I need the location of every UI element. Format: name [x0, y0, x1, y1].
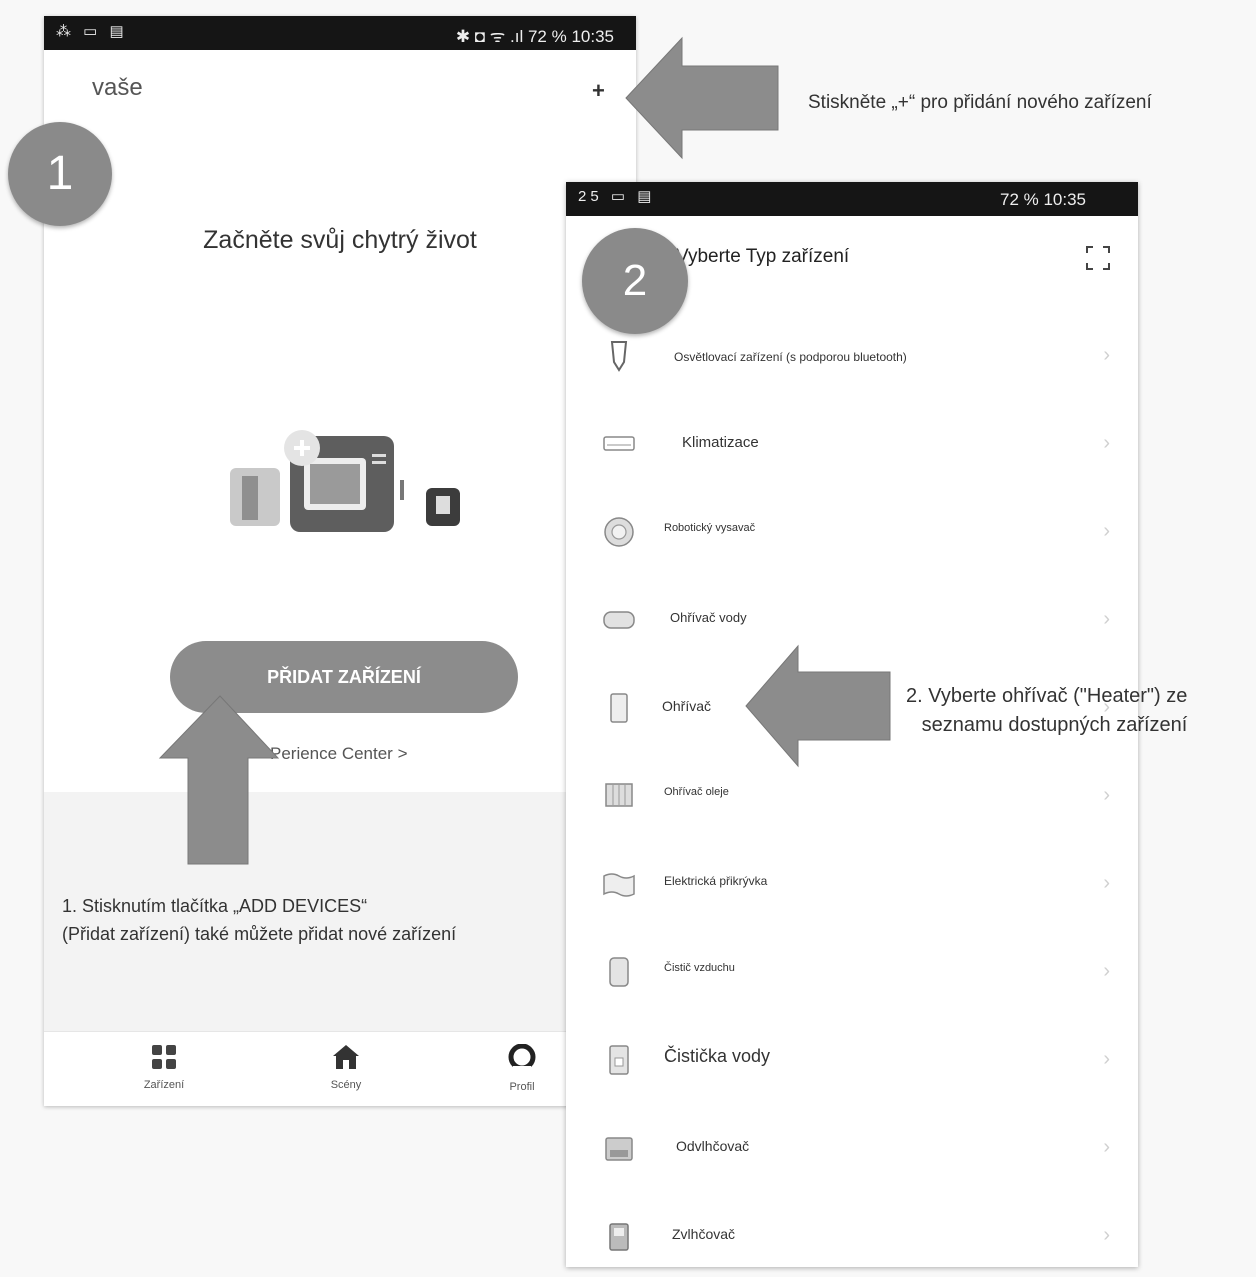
- device-type-label: Klimatizace: [682, 434, 759, 451]
- add-hint-line-2: (Přidat zařízení) také můžete přidat nov…: [62, 924, 457, 944]
- device-type-label: Ohřívač: [662, 698, 712, 714]
- device-type-air-conditioner[interactable]: Klimatizace ›: [566, 400, 1138, 488]
- device-type-label: Zvlhčovač: [672, 1226, 736, 1242]
- device-type-air-purifier[interactable]: Čistič vzduchu ›: [566, 928, 1138, 1016]
- dehumidifier-icon: [605, 1137, 633, 1161]
- nav-profile[interactable]: Profil: [462, 1043, 582, 1093]
- device-type-humidifier[interactable]: Zvlhčovač ›: [566, 1192, 1138, 1267]
- device-type-water-purifier[interactable]: Čistička vody ›: [566, 1016, 1138, 1104]
- status-bar: ⁂ ▭ ▤ ✱ ◘ ᯤ .ıl 72 % 10:35: [44, 16, 636, 50]
- heater-hint-annotation: 2. Vyberte ohřívač ("Heater") ze seznamu…: [906, 682, 1187, 740]
- chevron-right-icon: ›: [1103, 784, 1110, 806]
- status-bar: 25 ▭ ▤ 72 % 10:35: [566, 182, 1138, 216]
- nav-scenes[interactable]: Scény: [286, 1044, 406, 1091]
- device-type-label: Čistička vody: [664, 1046, 771, 1066]
- chevron-right-icon: ›: [1103, 1224, 1110, 1246]
- electric-blanket-icon: [603, 873, 635, 897]
- experience-center-link[interactable]: Perience Center >: [270, 744, 408, 764]
- arrow-left-plus-icon: [625, 36, 779, 160]
- nav-profile-label: Profil: [509, 1081, 535, 1093]
- page-title: Vyberte Typ zařízení: [676, 246, 850, 267]
- arrow-left-heater-icon: [745, 644, 891, 768]
- device-type-electric-blanket[interactable]: Elektrická přikrývka ›: [566, 840, 1138, 928]
- chevron-right-icon: ›: [1103, 872, 1110, 894]
- nav-devices[interactable]: Zařízení: [104, 1044, 224, 1091]
- home-title: vaše: [92, 74, 143, 101]
- device-type-label: Ohřívač vody: [670, 610, 747, 625]
- empty-state-headline: Začněte svůj chytrý život: [203, 226, 477, 254]
- nav-scenes-label: Scény: [330, 1079, 362, 1091]
- water-heater-icon: [603, 611, 635, 629]
- add-device-plus-button[interactable]: +: [592, 78, 605, 104]
- heater-icon: [610, 693, 628, 723]
- status-icons-left: 25 ▭ ▤: [578, 188, 656, 205]
- grid-icon: [152, 1045, 176, 1069]
- add-devices-hint-annotation: 1. Stisknutím tlačítka „ADD DEVICES“ (Př…: [62, 892, 456, 948]
- nav-devices-label: Zařízení: [143, 1079, 185, 1091]
- air-conditioner-icon: [603, 436, 635, 451]
- profile-icon: [508, 1043, 536, 1072]
- chevron-right-icon: ›: [1103, 520, 1110, 542]
- chevron-right-icon: ›: [1103, 960, 1110, 982]
- step-2-badge: 2: [582, 228, 688, 334]
- status-icons-right: 72 % 10:35: [999, 190, 1086, 209]
- scan-icon[interactable]: [1086, 246, 1110, 270]
- home-icon: [333, 1045, 359, 1069]
- robot-vacuum-icon: [604, 517, 634, 547]
- arrow-up-button-icon: [158, 695, 280, 865]
- bottom-nav: Zařízení Scény Profil: [44, 1031, 636, 1106]
- devices-illustration: [230, 430, 460, 532]
- status-icons-right: ✱ ◘ ᯤ .ıl 72 % 10:35: [455, 27, 614, 46]
- device-type-label: Robotický vysavač: [664, 522, 756, 534]
- device-type-label: Čistič vzduchu: [664, 962, 735, 974]
- device-type-label: Elektrická přikrývka: [664, 874, 768, 888]
- heater-hint-line-1: 2. Vyberte ohřívač ("Heater") ze: [906, 685, 1188, 707]
- chevron-right-icon: ›: [1103, 608, 1110, 630]
- device-type-label: Odvlhčovač: [676, 1138, 750, 1154]
- humidifier-icon: [609, 1223, 629, 1251]
- add-hint-line-1: 1. Stisknutím tlačítka „ADD DEVICES“: [62, 896, 368, 916]
- chevron-right-icon: ›: [1103, 1136, 1110, 1158]
- heater-hint-line-2: seznamu dostupných zařízení: [921, 714, 1188, 736]
- step-1-badge: 1: [8, 122, 112, 226]
- air-purifier-icon: [609, 957, 629, 987]
- device-type-label: Ohřívač oleje: [664, 786, 729, 798]
- status-icons-left: ⁂ ▭ ▤: [56, 23, 128, 40]
- device-type-robot-vacuum[interactable]: Robotický vysavač ›: [566, 488, 1138, 576]
- chevron-right-icon: ›: [1103, 1048, 1110, 1070]
- plus-hint-annotation: Stiskněte „+“ pro přidání nového zařízen…: [808, 92, 1152, 113]
- device-type-label: Osvětlovací zařízení (s podporou bluetoo…: [674, 350, 907, 364]
- chevron-right-icon: ›: [1103, 432, 1110, 454]
- device-type-dehumidifier[interactable]: Odvlhčovač ›: [566, 1104, 1138, 1192]
- chevron-right-icon: ›: [1103, 344, 1110, 366]
- bulb-icon: [610, 341, 628, 372]
- water-purifier-icon: [609, 1045, 629, 1075]
- oil-heater-icon: [605, 783, 633, 807]
